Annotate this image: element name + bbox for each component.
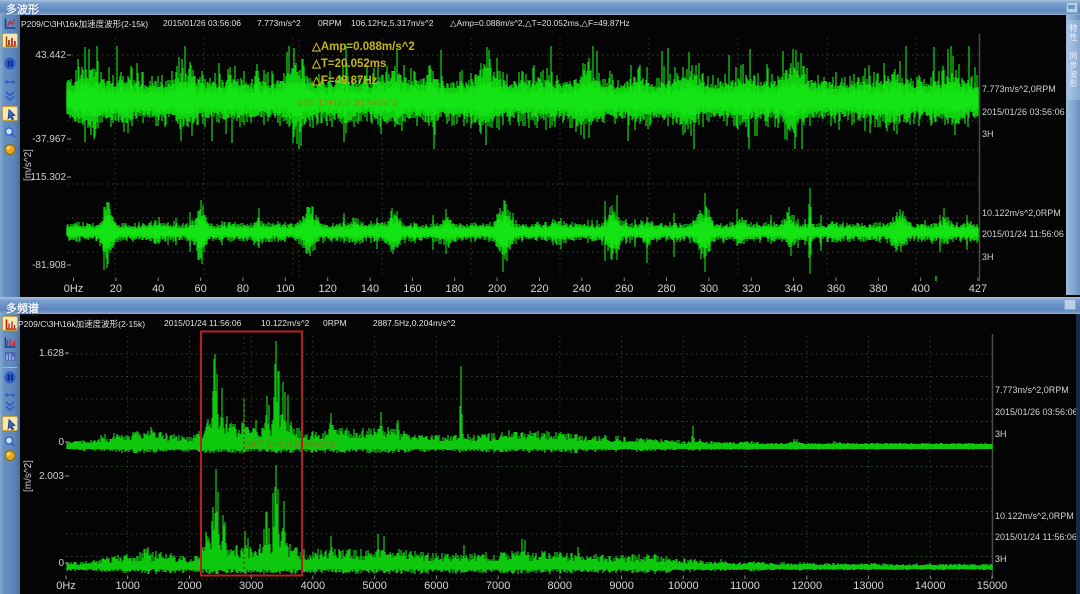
svg-text:300: 300 xyxy=(700,283,718,295)
svg-text:0: 0 xyxy=(58,558,64,569)
svg-text:13000: 13000 xyxy=(853,580,884,592)
svg-text:360: 360 xyxy=(827,283,845,295)
svg-text:260: 260 xyxy=(615,283,633,295)
svg-text:3000: 3000 xyxy=(239,580,263,592)
svg-text:106.12Hz,5.317m/s^2: 106.12Hz,5.317m/s^2 xyxy=(297,97,399,109)
svg-text:15000: 15000 xyxy=(977,580,1008,592)
svg-text:220: 220 xyxy=(530,283,548,295)
svg-text:10000: 10000 xyxy=(668,580,699,592)
svg-text:14000: 14000 xyxy=(915,580,946,592)
svg-text:-81.908: -81.908 xyxy=(32,260,66,271)
svg-text:[m/s^2]: [m/s^2] xyxy=(23,460,34,492)
svg-text:120: 120 xyxy=(319,283,337,295)
svg-text:340: 340 xyxy=(784,283,802,295)
svg-text:0: 0 xyxy=(58,437,64,448)
svg-text:320: 320 xyxy=(742,283,760,295)
svg-text:1.628: 1.628 xyxy=(39,348,64,359)
svg-text:400: 400 xyxy=(912,283,930,295)
svg-text:12000: 12000 xyxy=(792,580,823,592)
svg-text:7000: 7000 xyxy=(486,580,510,592)
svg-text:240: 240 xyxy=(573,283,591,295)
svg-text:80: 80 xyxy=(237,283,249,295)
svg-text:100: 100 xyxy=(276,283,294,295)
svg-text:180: 180 xyxy=(446,283,464,295)
svg-text:160: 160 xyxy=(403,283,421,295)
svg-text:380: 380 xyxy=(869,283,887,295)
svg-text:2887.5Hz,0.204m/s^2: 2887.5Hz,0.204m/s^2 xyxy=(243,439,335,450)
svg-text:60: 60 xyxy=(194,283,206,295)
svg-text:△F=49.87Hz: △F=49.87Hz xyxy=(311,75,378,87)
svg-text:4000: 4000 xyxy=(301,580,325,592)
svg-text:5000: 5000 xyxy=(362,580,386,592)
svg-text:11000: 11000 xyxy=(730,580,760,592)
svg-text:43.442: 43.442 xyxy=(35,50,66,61)
svg-text:9000: 9000 xyxy=(609,580,633,592)
svg-text:△T=20.052ms: △T=20.052ms xyxy=(311,58,386,70)
svg-text:140: 140 xyxy=(361,283,379,295)
svg-text:[m/s^2]: [m/s^2] xyxy=(23,149,34,181)
svg-text:△Amp=0.088m/s^2: △Amp=0.088m/s^2 xyxy=(311,41,415,53)
svg-text:-37.967: -37.967 xyxy=(32,134,66,145)
svg-text:115.302: 115.302 xyxy=(31,172,67,183)
svg-text:200: 200 xyxy=(488,283,506,295)
svg-text:0Hz: 0Hz xyxy=(56,580,76,592)
svg-text:1000: 1000 xyxy=(115,580,139,592)
svg-text:8000: 8000 xyxy=(548,580,572,592)
svg-text:280: 280 xyxy=(657,283,675,295)
svg-text:2.003: 2.003 xyxy=(39,471,64,482)
svg-text:20: 20 xyxy=(110,283,122,295)
svg-text:6000: 6000 xyxy=(424,580,448,592)
svg-text:427: 427 xyxy=(969,283,987,295)
svg-text:2000: 2000 xyxy=(177,580,201,592)
svg-text:40: 40 xyxy=(152,283,164,295)
svg-text:0Hz: 0Hz xyxy=(64,283,84,295)
